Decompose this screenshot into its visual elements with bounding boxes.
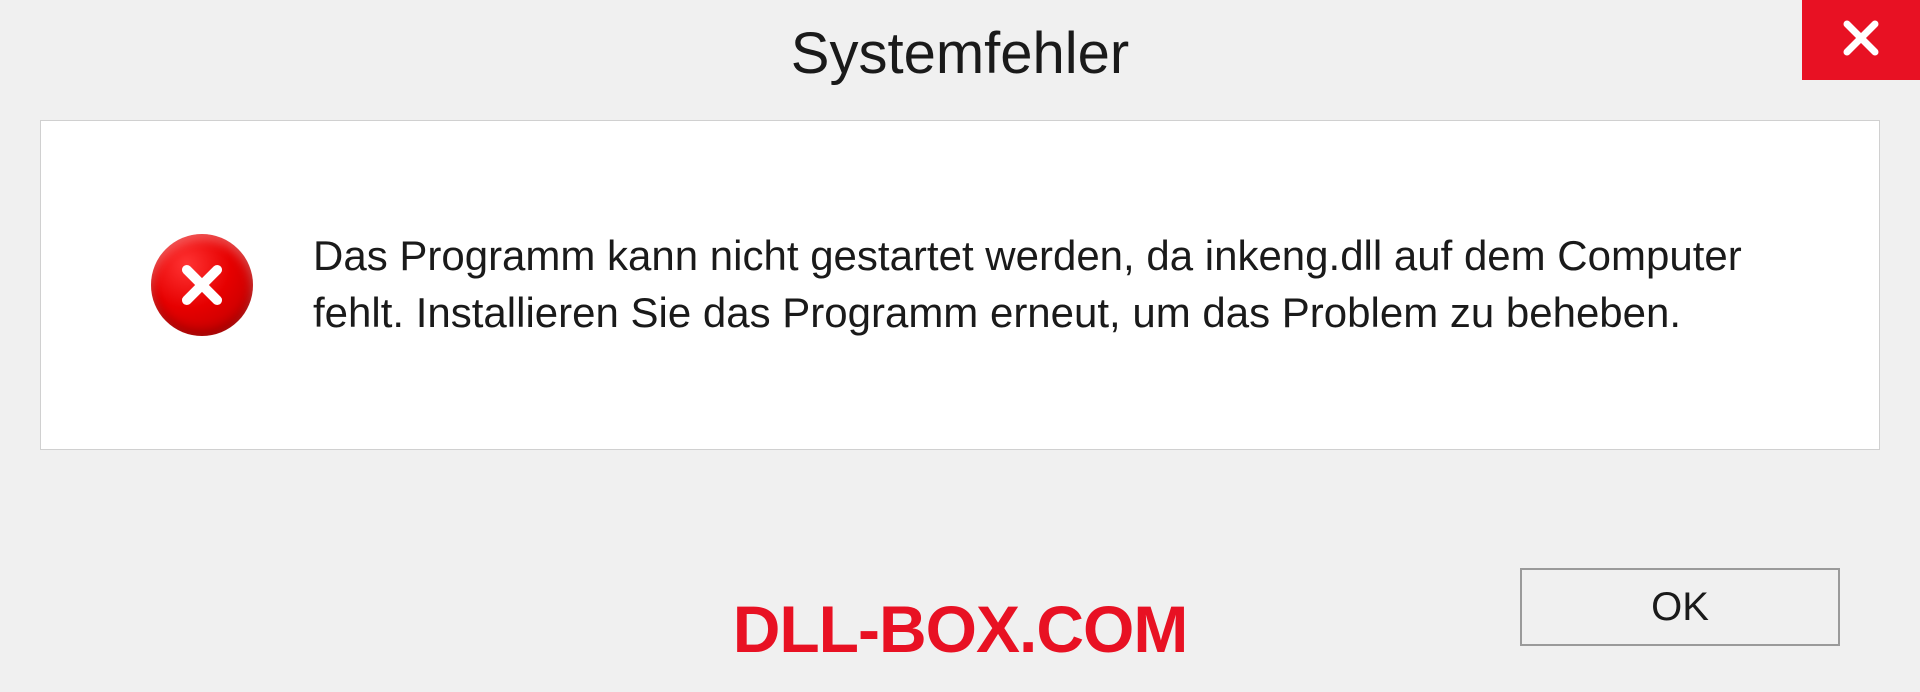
ok-button[interactable]: OK: [1520, 568, 1840, 646]
error-dialog: Systemfehler Das Programm kann nicht ges…: [0, 0, 1920, 692]
dialog-title: Systemfehler: [791, 20, 1129, 87]
footer-bar: DLL-BOX.COM OK: [0, 552, 1920, 692]
error-message: Das Programm kann nicht gestartet werden…: [313, 228, 1819, 341]
close-button[interactable]: [1802, 0, 1920, 80]
close-icon: [1840, 17, 1882, 64]
title-bar: Systemfehler: [0, 0, 1920, 100]
content-panel: Das Programm kann nicht gestartet werden…: [40, 120, 1880, 450]
watermark-text: DLL-BOX.COM: [733, 591, 1188, 667]
error-icon-wrapper: [151, 234, 253, 336]
error-icon: [151, 234, 253, 336]
